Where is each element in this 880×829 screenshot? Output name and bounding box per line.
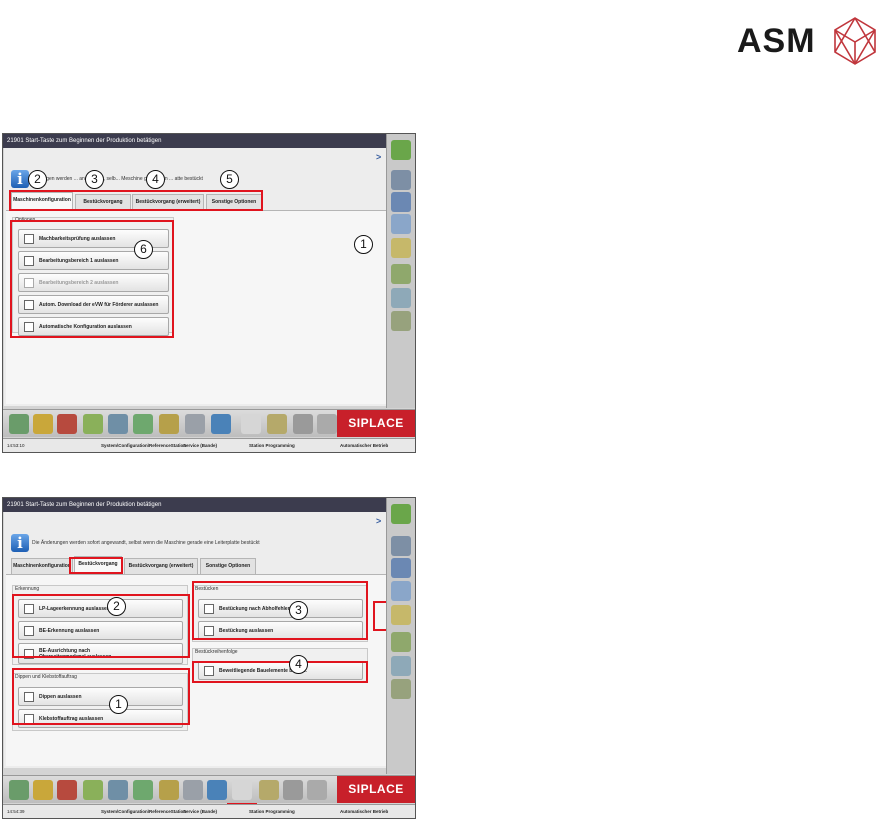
line-chart-icon[interactable] xyxy=(185,414,205,434)
tab-sonstige-optionen[interactable]: Sonstige Optionen xyxy=(200,558,256,574)
camera-icon[interactable] xyxy=(207,780,227,800)
status-bar: 14:53:10 System\Configuration\ReferenceS… xyxy=(3,438,415,452)
feeder-icon[interactable] xyxy=(391,679,411,699)
measure-icon[interactable] xyxy=(391,214,411,234)
wrench-icon[interactable] xyxy=(317,414,337,434)
status-path: System\Configuration\ReferenceStation xyxy=(101,809,187,814)
callout-2: 2 xyxy=(28,170,47,189)
annotation-active-tab xyxy=(69,557,123,574)
annotation-tabs xyxy=(9,190,263,211)
annotation-options xyxy=(10,220,174,338)
bar-chart-icon[interactable] xyxy=(108,780,128,800)
traffic-light-icon[interactable] xyxy=(33,780,53,800)
nozzle-icon[interactable] xyxy=(293,414,313,434)
nozzle-icon[interactable] xyxy=(283,780,303,800)
annotation-reihenfolge xyxy=(192,661,368,683)
swirl-icon[interactable] xyxy=(391,288,411,308)
screenshot-machine-config: 21901 Start-Taste zum Beginnen der Produ… xyxy=(2,133,416,453)
bottom-toolbar: SIPLACE xyxy=(3,409,415,437)
siplace-logo: SIPLACE xyxy=(337,776,415,803)
info-text: ...erungen werden ... angewendt, selb...… xyxy=(32,176,203,182)
forward-arrow-icon[interactable]: > xyxy=(376,152,381,162)
callout-5: 5 xyxy=(220,170,239,189)
status-bar: 14:54:39 System\Configuration\ReferenceS… xyxy=(3,804,415,818)
asm-logo: ASM xyxy=(737,15,880,67)
annotation-dippen xyxy=(12,668,190,725)
callout-1: 1 xyxy=(109,695,128,714)
layers-icon[interactable] xyxy=(9,414,29,434)
warning-tool-icon[interactable] xyxy=(391,605,411,625)
status-path: System\Configuration\ReferenceStation xyxy=(101,443,187,448)
callout-2: 2 xyxy=(107,597,126,616)
grid-icon[interactable] xyxy=(83,414,103,434)
apple-icon[interactable] xyxy=(57,414,77,434)
info-icon[interactable]: i xyxy=(11,170,29,188)
info-text: Die Änderungen werden sofort angewandt, … xyxy=(32,540,260,546)
save-icon[interactable] xyxy=(133,780,153,800)
feeder-icon[interactable] xyxy=(391,311,411,331)
pen-icon[interactable] xyxy=(232,780,252,800)
logo-text: ASM xyxy=(737,21,816,60)
station-icon[interactable] xyxy=(391,536,411,556)
bar-chart-icon[interactable] xyxy=(108,414,128,434)
cabinet-icon[interactable] xyxy=(159,780,179,800)
pen-icon[interactable] xyxy=(241,414,261,434)
status-station: Station Programming xyxy=(249,809,295,814)
callout-6: 6 xyxy=(134,240,153,259)
siplace-logo: SIPLACE xyxy=(337,410,415,437)
swirl-icon[interactable] xyxy=(391,656,411,676)
annotation-bestuecken xyxy=(192,581,368,640)
station-icon[interactable] xyxy=(391,170,411,190)
annotation-erkennung xyxy=(12,594,190,658)
status-service: Service (Bande) xyxy=(183,809,218,814)
asm-crystal-icon xyxy=(833,17,876,65)
grid-icon[interactable] xyxy=(83,780,103,800)
users-icon[interactable] xyxy=(391,558,411,578)
callout-3: 3 xyxy=(289,601,308,620)
status-mode: Automatischer Betrieb xyxy=(340,443,389,448)
status-station: Station Programming xyxy=(249,443,295,448)
screenshot-bestueckvorgang: 21901 Start-Taste zum Beginnen der Produ… xyxy=(2,497,416,819)
callout-3: 3 xyxy=(85,170,104,189)
bottom-toolbar: SIPLACE xyxy=(3,775,415,803)
group-label: Erkennung xyxy=(15,586,40,592)
status-time: 14:53:10 xyxy=(7,443,25,448)
info-icon[interactable]: i xyxy=(11,534,29,552)
info-tool-icon[interactable] xyxy=(391,504,411,524)
callout-4: 4 xyxy=(146,170,165,189)
chart-tool-icon[interactable] xyxy=(391,264,411,284)
users-icon[interactable] xyxy=(391,192,411,212)
apple-icon[interactable] xyxy=(57,780,77,800)
tab-maschinenkonfiguration[interactable]: Maschinenkonfiguration xyxy=(11,558,73,574)
warning-tool-icon[interactable] xyxy=(391,238,411,258)
callout-4: 4 xyxy=(289,655,308,674)
status-mode: Automatischer Betrieb xyxy=(340,809,389,814)
window-title: 21901 Start-Taste zum Beginnen der Produ… xyxy=(3,134,415,148)
wrench-icon[interactable] xyxy=(307,780,327,800)
window-title: 21901 Start-Taste zum Beginnen der Produ… xyxy=(3,498,415,512)
line-chart-icon[interactable] xyxy=(183,780,203,800)
right-toolbar xyxy=(386,134,415,408)
save-icon[interactable] xyxy=(133,414,153,434)
right-toolbar xyxy=(386,498,415,774)
gears-icon[interactable] xyxy=(259,780,279,800)
callout-1: 1 xyxy=(354,235,373,254)
camera-icon[interactable] xyxy=(211,414,231,434)
cabinet-icon[interactable] xyxy=(159,414,179,434)
forward-arrow-icon[interactable]: > xyxy=(376,516,381,526)
layers-icon[interactable] xyxy=(9,780,29,800)
status-service: Service (Bande) xyxy=(183,443,218,448)
chart-tool-icon[interactable] xyxy=(391,632,411,652)
group-label: Bestückreihenfolge xyxy=(195,649,238,655)
info-tool-icon[interactable] xyxy=(391,140,411,160)
tab-bestueckvorgang-erweitert[interactable]: Bestückvorgang (erweitert) xyxy=(124,558,198,574)
traffic-light-icon[interactable] xyxy=(33,414,53,434)
gears-icon[interactable] xyxy=(267,414,287,434)
status-time: 14:54:39 xyxy=(7,809,25,814)
measure-icon[interactable] xyxy=(391,581,411,601)
